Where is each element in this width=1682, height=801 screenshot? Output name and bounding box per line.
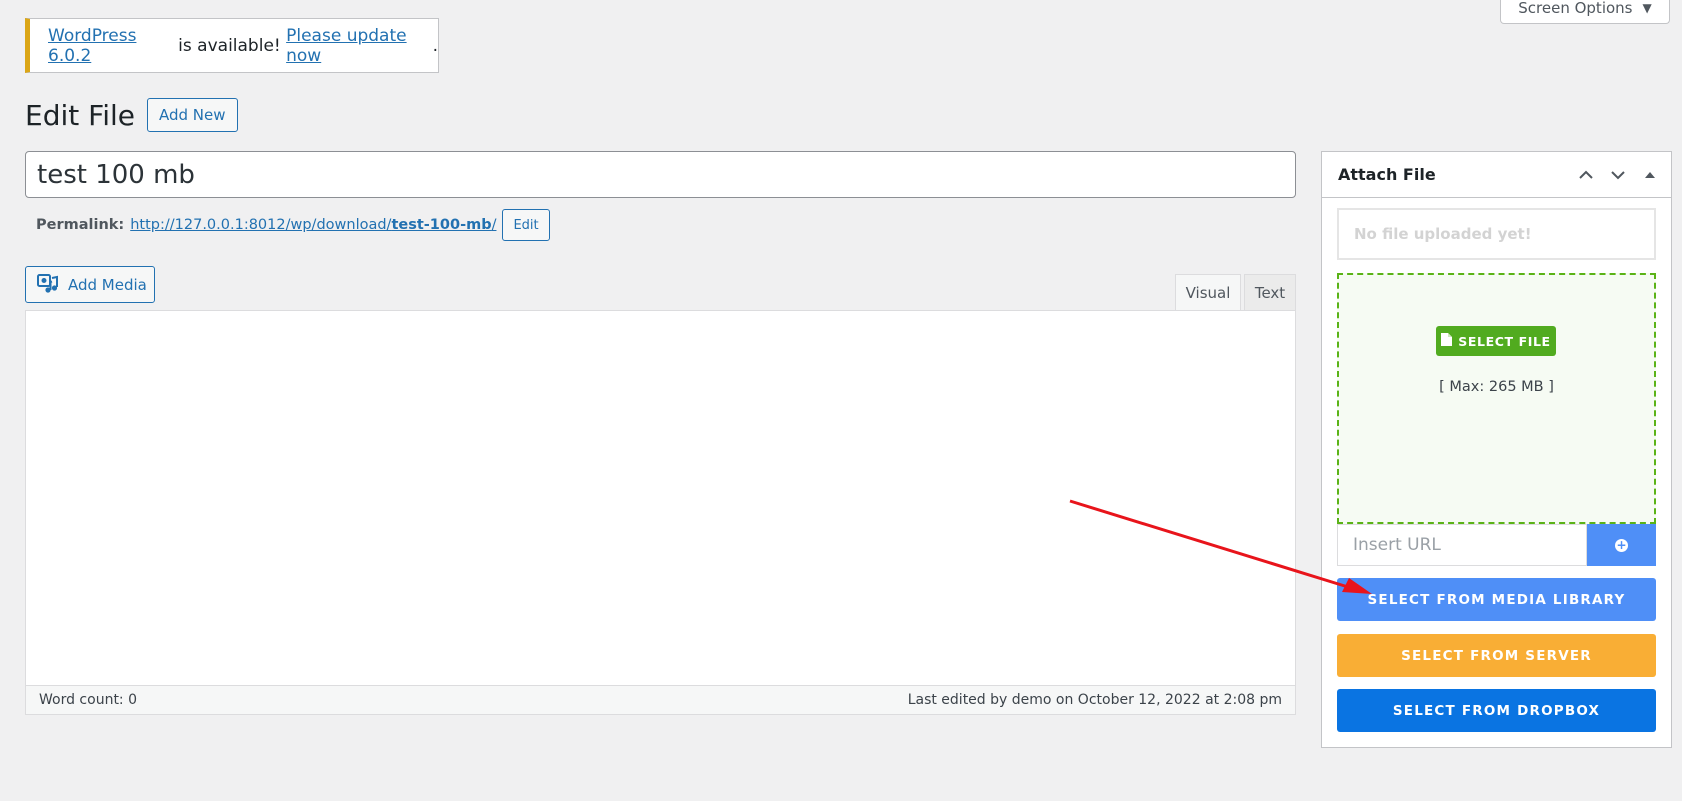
add-url-button[interactable]: + xyxy=(1587,524,1656,566)
file-dropzone[interactable]: SELECT FILE [ Max: 265 MB ] xyxy=(1337,273,1656,524)
screen-options-label: Screen Options xyxy=(1518,0,1633,17)
screen-options-toggle[interactable]: Screen Options ▼ xyxy=(1500,0,1670,24)
update-notice: WordPress 6.0.2 is available! Please upd… xyxy=(25,18,439,73)
editor-status-bar: Word count: 0 Last edited by demo on Oct… xyxy=(25,685,1296,715)
insert-url-input[interactable]: Insert URL xyxy=(1337,524,1587,566)
permalink-slug: test-100-mb xyxy=(391,217,492,233)
title-input[interactable]: test 100 mb xyxy=(25,151,1296,198)
select-file-button[interactable]: SELECT FILE xyxy=(1436,326,1556,356)
url-row: Insert URL + xyxy=(1337,524,1656,566)
tab-text[interactable]: Text xyxy=(1244,274,1296,311)
move-down-icon[interactable] xyxy=(1609,166,1627,184)
collapse-toggle-icon[interactable] xyxy=(1641,166,1659,184)
select-from-dropbox-button[interactable]: SELECT FROM DROPBOX xyxy=(1337,689,1656,732)
panel-header: Attach File xyxy=(1322,152,1671,198)
permalink-url-base: http://127.0.0.1:8012/wp/download/ xyxy=(130,217,392,233)
attach-file-panel: Attach File No file uploaded yet! SELECT… xyxy=(1321,151,1672,748)
page-heading: Edit File Add New xyxy=(25,98,238,132)
notice-period: . xyxy=(432,35,438,56)
plus-circle-icon: + xyxy=(1615,537,1628,552)
notice-text: is available! xyxy=(172,35,287,56)
permalink-row: Permalink: http://127.0.0.1:8012/wp/down… xyxy=(36,209,550,241)
max-upload-size: [ Max: 265 MB ] xyxy=(1439,379,1554,395)
add-media-label: Add Media xyxy=(68,275,147,294)
page-title: Edit File xyxy=(25,98,135,132)
permalink-edit-button[interactable]: Edit xyxy=(502,209,550,241)
word-count: Word count: 0 xyxy=(39,692,138,708)
select-from-server-button[interactable]: SELECT FROM SERVER xyxy=(1337,634,1656,677)
last-edited: Last edited by demo on October 12, 2022 … xyxy=(907,692,1282,708)
file-icon xyxy=(1441,333,1453,349)
update-now-link[interactable]: Please update now xyxy=(286,26,432,66)
caret-down-icon: ▼ xyxy=(1642,0,1652,15)
permalink-url-end: / xyxy=(491,217,497,233)
add-new-button[interactable]: Add New xyxy=(146,98,238,132)
media-icon xyxy=(37,272,59,298)
move-up-icon[interactable] xyxy=(1577,166,1595,184)
no-file-message: No file uploaded yet! xyxy=(1337,208,1656,260)
content-editor[interactable] xyxy=(25,310,1296,686)
permalink-label: Permalink: xyxy=(36,217,125,233)
wordpress-version-link[interactable]: WordPress 6.0.2 xyxy=(48,26,173,66)
panel-title: Attach File xyxy=(1338,165,1436,184)
permalink-link[interactable]: http://127.0.0.1:8012/wp/download/test-1… xyxy=(130,217,496,233)
tab-visual[interactable]: Visual xyxy=(1175,274,1241,311)
select-file-label: SELECT FILE xyxy=(1458,333,1551,349)
select-from-media-library-button[interactable]: SELECT FROM MEDIA LIBRARY xyxy=(1337,578,1656,621)
add-media-button[interactable]: Add Media xyxy=(25,266,155,303)
